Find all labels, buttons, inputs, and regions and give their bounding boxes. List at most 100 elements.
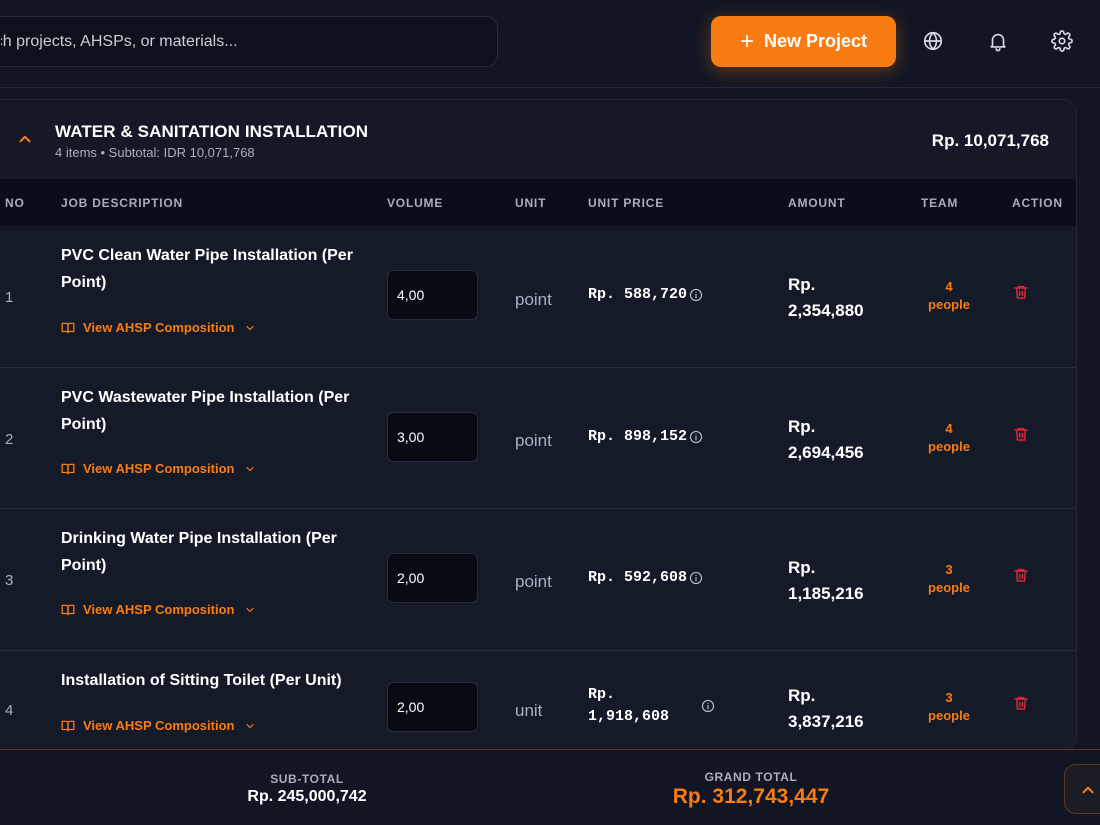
team-size: 4 people — [921, 420, 977, 456]
amount: Rp. 2,694,456 — [788, 414, 888, 466]
search-input[interactable] — [1, 17, 481, 66]
chevron-down-icon — [246, 466, 255, 471]
amount-line: Rp. — [788, 417, 816, 436]
table-header: NO JOB DESCRIPTION VOLUME UNIT UNIT PRIC… — [0, 179, 1076, 226]
section-subtitle: 4 items • Subtotal: IDR 10,071,768 — [55, 145, 255, 160]
unit-label: point — [515, 431, 552, 450]
section-card: WATER & SANITATION INSTALLATION 4 items … — [0, 99, 1077, 750]
col-action: ACTION — [1012, 196, 1063, 210]
team-size: 3 people — [921, 561, 977, 597]
job-description: PVC Wastewater Pipe Installation (Per Po… — [61, 384, 361, 438]
subtotal-label: SUB-TOTAL — [270, 772, 344, 786]
amount: Rp. 1,185,216 — [788, 555, 888, 607]
gear-icon[interactable] — [1049, 28, 1075, 54]
chevron-up-icon — [1082, 786, 1094, 794]
job-description-line: Point) — [61, 274, 107, 291]
book-open-icon — [61, 720, 75, 731]
plus-icon: + — [739, 27, 754, 55]
view-ahsp-link[interactable]: View AHSP Composition — [61, 602, 256, 617]
row-number: 4 — [5, 702, 14, 719]
view-ahsp-link[interactable]: View AHSP Composition — [61, 461, 256, 476]
unit-price: Rp. 592,608 — [588, 567, 687, 589]
view-ahsp-label: View AHSP Composition — [83, 718, 235, 733]
grand-total-label: GRAND TOTAL — [704, 770, 798, 784]
view-ahsp-link[interactable]: View AHSP Composition — [61, 320, 256, 335]
team-label: people — [928, 297, 970, 312]
volume-input[interactable] — [387, 682, 478, 732]
book-open-icon — [61, 322, 75, 333]
row-number: 3 — [5, 572, 14, 589]
globe-icon[interactable] — [920, 28, 946, 54]
grand-total-value: Rp. 312,743,447 — [672, 785, 830, 808]
unit-price-line: Rp. 898,152 — [588, 428, 688, 445]
col-description: JOB DESCRIPTION — [61, 196, 184, 210]
info-icon[interactable] — [689, 288, 703, 302]
amount-line: Rp. — [788, 275, 816, 294]
col-unit: UNIT — [515, 196, 547, 210]
trash-icon[interactable] — [1013, 284, 1029, 300]
scroll-to-top-button[interactable] — [1064, 764, 1100, 814]
team-count: 4 — [945, 421, 953, 436]
row-number: 2 — [5, 431, 14, 448]
unit-price-line: Rp. 588,720 — [588, 286, 688, 303]
col-team: TEAM — [921, 196, 959, 210]
job-description: PVC Clean Water Pipe Installation (Per P… — [61, 242, 361, 296]
team-size: 4 people — [921, 278, 977, 314]
table-row: 2 PVC Wastewater Pipe Installation (Per … — [0, 368, 1076, 509]
subtotal-value: Rp. 245,000,742 — [247, 788, 367, 805]
job-description-line: PVC Clean Water Pipe Installation (Per — [61, 247, 353, 264]
unit-price: Rp. 898,152 — [588, 426, 687, 448]
unit-price-line: Rp. 592,608 — [588, 569, 688, 586]
unit-price-line: 1,918,608 — [588, 708, 670, 725]
amount: Rp. 2,354,880 — [788, 272, 888, 324]
chevron-down-icon — [246, 325, 255, 330]
chevron-up-icon[interactable] — [16, 130, 34, 148]
new-project-label: New Project — [763, 31, 868, 51]
volume-input[interactable] — [387, 412, 478, 462]
job-description-line: Installation of Sitting Toilet (Per Unit… — [61, 672, 342, 689]
team-label: people — [928, 580, 970, 595]
job-description-line: Point) — [61, 557, 107, 574]
new-project-button[interactable]: + New Project — [711, 16, 896, 67]
info-icon[interactable] — [701, 699, 715, 713]
amount-line: 3,837,216 — [788, 712, 864, 731]
view-ahsp-label: View AHSP Composition — [83, 461, 235, 476]
amount-line: Rp. — [788, 558, 816, 577]
team-count: 3 — [945, 690, 953, 705]
search-box[interactable] — [0, 16, 498, 67]
job-description-line: PVC Wastewater Pipe Installation (Per — [61, 389, 350, 406]
job-description-line: Drinking Water Pipe Installation (Per — [61, 530, 337, 547]
volume-input[interactable] — [387, 553, 478, 603]
section-header[interactable]: WATER & SANITATION INSTALLATION 4 items … — [0, 100, 1076, 179]
col-unit-price: UNIT PRICE — [588, 196, 665, 210]
view-ahsp-label: View AHSP Composition — [83, 320, 235, 335]
table-row: 1 PVC Clean Water Pipe Installation (Per… — [0, 226, 1076, 368]
info-icon[interactable] — [689, 571, 703, 585]
view-ahsp-label: View AHSP Composition — [83, 602, 235, 617]
chevron-down-icon — [246, 607, 255, 612]
chevron-down-icon — [246, 723, 255, 728]
view-ahsp-link[interactable]: View AHSP Composition — [61, 718, 256, 733]
unit-price-line: Rp. — [588, 686, 616, 703]
team-count: 4 — [945, 279, 953, 294]
info-icon[interactable] — [689, 430, 703, 444]
amount-line: 1,185,216 — [788, 584, 864, 603]
trash-icon[interactable] — [1013, 695, 1029, 711]
volume-input[interactable] — [387, 270, 478, 320]
book-open-icon — [61, 604, 75, 615]
job-description-line: Point) — [61, 416, 107, 433]
col-no: NO — [5, 196, 25, 210]
col-volume: VOLUME — [387, 196, 444, 210]
unit-label: point — [515, 290, 552, 309]
team-size: 3 people — [921, 689, 977, 725]
job-description: Drinking Water Pipe Installation (Per Po… — [61, 525, 361, 579]
bell-icon[interactable] — [985, 28, 1011, 54]
trash-icon[interactable] — [1013, 567, 1029, 583]
job-description: Installation of Sitting Toilet (Per Unit… — [61, 667, 361, 694]
trash-icon[interactable] — [1013, 426, 1029, 442]
col-amount: AMOUNT — [788, 196, 846, 210]
unit-price: Rp. 1,918,608 — [588, 684, 669, 728]
unit-label: unit — [515, 701, 543, 720]
unit-label: point — [515, 572, 552, 591]
table-row: 3 Drinking Water Pipe Installation (Per … — [0, 509, 1076, 651]
